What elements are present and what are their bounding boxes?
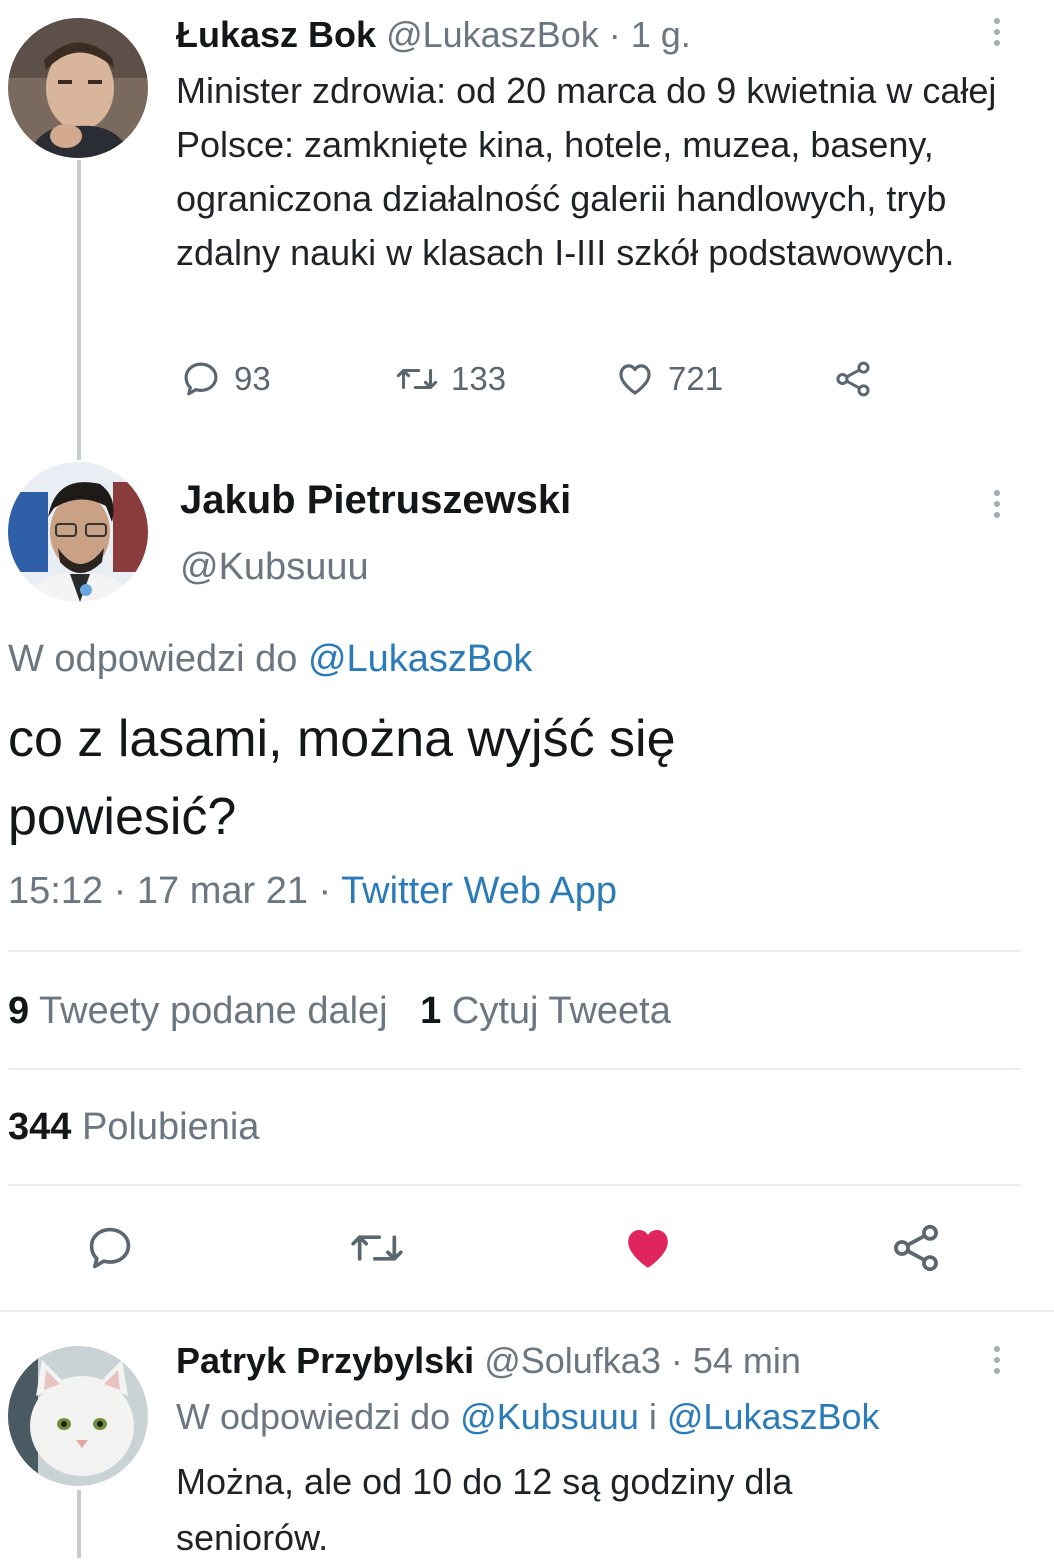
share-button[interactable] [832,358,874,400]
reply-to-link[interactable]: @Kubsuuu [460,1396,639,1437]
reply-to-link[interactable]: @LukaszBok [667,1396,880,1437]
avatar-jakub[interactable] [8,462,148,602]
tweet-header: Łukasz Bok @LukaszBok · 1 g. [176,14,691,56]
heart-icon [619,364,651,395]
retweet-count: 133 [451,360,507,397]
reply-button[interactable]: 93 [180,358,271,400]
retweet-icon [396,369,438,389]
tweet-text: Można, ale od 10 do 12 są godziny dla se… [176,1461,793,1558]
reply-prefix: W odpowiedzi do [176,1396,451,1437]
reply-count: 93 [234,360,271,397]
client-link[interactable]: Twitter Web App [341,870,617,912]
likes-stat[interactable]: 344 Polubienia [8,1106,259,1149]
separator: · [113,870,127,912]
author-handle[interactable]: @LukaszBok [386,14,599,55]
tweet-header: Patryk Przybylski @Solufka3 · 54 min [176,1340,801,1382]
divider [8,1184,1020,1186]
tweet-meta: 15:12 · 17 mar 21 · Twitter Web App [8,870,617,913]
reply-icon [89,1227,131,1269]
author-handle[interactable]: @Kubsuuu [180,546,369,589]
avatar-patryk[interactable] [8,1346,148,1486]
retweets-number: 9 [8,990,30,1032]
reply-and: i [648,1396,657,1437]
author-name[interactable]: Patryk Przybylski [176,1340,474,1381]
separator: · [670,1340,683,1381]
more-icon[interactable] [991,1346,1003,1374]
retweet-icon [351,1235,403,1261]
divider [0,1310,1054,1312]
reply-button[interactable] [84,1222,136,1279]
like-button[interactable] [620,1220,676,1281]
share-icon [836,361,870,397]
separator: · [608,14,621,55]
quotes-number: 1 [420,990,442,1032]
likes-label: Polubienia [81,1106,260,1148]
like-count: 721 [668,360,724,397]
divider [8,1068,1020,1070]
tweet-time[interactable]: 1 g. [631,14,691,55]
engagement-stats: 9 Tweety podane dalej 1 Cytuj Tweeta [8,990,671,1033]
thread-line [77,160,81,460]
heart-icon [628,1230,668,1268]
divider [8,950,1020,952]
separator: · [318,870,332,912]
author-handle[interactable]: @Solufka3 [484,1340,661,1381]
tweet-date: 17 mar 21 [136,870,308,912]
retweet-button[interactable] [348,1222,406,1279]
reply-prefix: W odpowiedzi do [8,638,298,680]
share-button[interactable] [888,1220,944,1281]
tweet-time: 15:12 [8,870,104,912]
tweet-text: co z lasami, można wyjść się powiesić? [8,710,676,846]
likes-number: 344 [8,1106,72,1148]
quotes-stat[interactable]: 1 Cytuj Tweeta [420,990,671,1032]
like-button[interactable]: 721 [614,358,723,400]
share-icon [894,1224,938,1272]
author-name[interactable]: Łukasz Bok [176,14,376,55]
retweet-button[interactable]: 133 [395,358,506,400]
reply-context: W odpowiedzi do @LukaszBok [8,638,532,681]
retweets-stat[interactable]: 9 Tweety podane dalej [8,990,398,1032]
reply-context: W odpowiedzi do @Kubsuuu i @LukaszBok [176,1396,880,1438]
thread-line [77,1490,81,1558]
reply-to-link[interactable]: @LukaszBok [308,638,532,680]
reply-icon [184,362,218,396]
tweet-text: Minister zdrowia: od 20 marca do 9 kwiet… [176,70,997,273]
tweet-time[interactable]: 54 min [693,1340,801,1381]
more-icon[interactable] [991,490,1003,518]
author-name[interactable]: Jakub Pietruszewski [180,478,571,523]
retweets-label: Tweety podane dalej [39,990,388,1032]
avatar-lukasz[interactable] [8,18,148,158]
quotes-label: Cytuj Tweeta [451,990,671,1032]
more-icon[interactable] [991,18,1003,46]
